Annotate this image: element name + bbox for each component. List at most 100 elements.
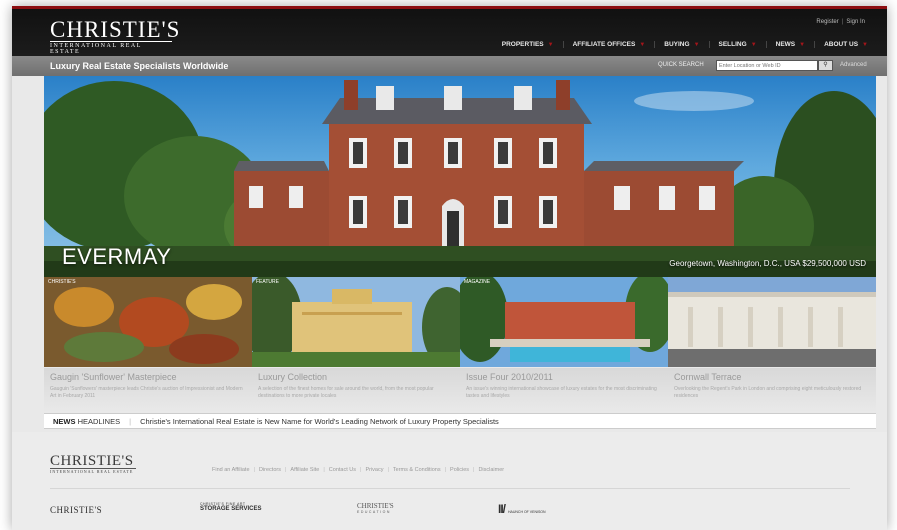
terrace-image <box>668 277 876 367</box>
villa-image <box>252 277 460 367</box>
footer-link-disclaimer[interactable]: Disclaimer <box>478 467 504 473</box>
promo-luxury-collection[interactable]: Luxury Collection A selection of the fin… <box>252 368 460 412</box>
chevron-down-icon: ▼ <box>750 41 757 48</box>
news-label: NEWS HEADLINES <box>44 417 120 426</box>
divider: | <box>473 467 475 473</box>
tile-cornwall-terrace[interactable] <box>668 277 876 367</box>
search-button[interactable]: ⚲ <box>818 60 833 71</box>
divider: | <box>444 467 447 473</box>
sub-header-bar: Luxury Real Estate Specialists Worldwide… <box>12 56 887 76</box>
gauguin-painting-image <box>44 277 252 367</box>
nav-label: SELLING <box>718 41 747 48</box>
brand-sublabel: HAUNCH OF VENISON <box>508 510 546 514</box>
divider: | <box>841 19 844 25</box>
brand-label: CHRISTIE'S <box>357 502 394 510</box>
footer-link-find-affiliate[interactable]: Find an Affiliate <box>212 467 250 473</box>
divider: | <box>284 467 287 473</box>
nav-affiliate-offices[interactable]: AFFILIATE OFFICES ▼ <box>562 41 655 48</box>
brand-christies[interactable]: CHRISTIE'S <box>50 505 102 515</box>
promo-magazine[interactable]: Issue Four 2010/2011 An issue's winning … <box>460 368 668 412</box>
nav-label: ABOUT US <box>824 41 859 48</box>
brand-education[interactable]: CHRISTIE'S EDUCATION <box>357 502 394 514</box>
footer-link-terms[interactable]: Terms & Conditions <box>393 467 441 473</box>
chevron-down-icon: ▼ <box>862 41 868 48</box>
christies-logo[interactable]: CHRISTIE'S INTERNATIONAL REAL ESTATE <box>50 17 181 55</box>
brand-sublabel: EDUCATION <box>357 510 391 514</box>
tile-tag: MAGAZINE <box>464 279 491 285</box>
quick-search-label: QUICK SEARCH <box>658 62 704 68</box>
pool-villa-image <box>460 277 668 367</box>
tile-gauguin[interactable]: CHRISTIE'S <box>44 277 252 367</box>
feature-promos: Gaugin 'Sunflower' Masterpiece Gauguin '… <box>44 368 876 412</box>
browser-page: CHRISTIE'S INTERNATIONAL REAL ESTATE Reg… <box>12 6 887 530</box>
site-header: CHRISTIE'S INTERNATIONAL REAL ESTATE Reg… <box>12 6 887 56</box>
promo-description: An issue's winning international showcas… <box>466 386 657 399</box>
brand-label: CHRISTIE'S <box>50 505 103 515</box>
hero-title: EVERMAY <box>62 244 172 269</box>
promo-description: Gauguin 'Sunflowers' masterpiece leads C… <box>50 386 243 399</box>
site-tagline: Luxury Real Estate Specialists Worldwide <box>50 61 229 71</box>
footer-link-privacy[interactable]: Privacy <box>365 467 383 473</box>
sign-in-link[interactable]: Sign In <box>846 19 865 25</box>
nav-label: BUYING <box>664 41 690 48</box>
nav-label: PROPERTIES <box>501 41 544 48</box>
promo-gauguin[interactable]: Gaugin 'Sunflower' Masterpiece Gauguin '… <box>44 368 252 412</box>
main-nav: PROPERTIES ▼ AFFILIATE OFFICES ▼ BUYING ▼ S… <box>493 41 877 48</box>
brand-storage-services[interactable]: CHRISTIE'S FINE ART STORAGE SERVICES <box>200 502 261 512</box>
nav-selling[interactable]: SELLING ▼ <box>708 41 766 48</box>
nav-label: NEWS <box>775 41 796 48</box>
divider: | <box>360 467 362 473</box>
site-footer: CHRISTIE'S INTERNATIONAL REAL ESTATE Fin… <box>12 432 887 530</box>
nav-properties[interactable]: PROPERTIES ▼ <box>493 41 563 48</box>
nav-news[interactable]: NEWS ▼ <box>765 41 814 48</box>
nav-label: AFFILIATE OFFICES <box>572 41 636 48</box>
footer-link-policies[interactable]: Policies <box>450 467 469 473</box>
chevron-down-icon: ▼ <box>639 41 646 48</box>
divider: | <box>253 467 255 473</box>
footer-link-affiliate-site[interactable]: Affiliate Site <box>290 467 319 473</box>
hero-caption: Georgetown, Washington, D.C., USA $29,50… <box>669 259 866 268</box>
tile-tag: FEATURE <box>256 279 279 285</box>
brand-label: STORAGE SERVICES <box>200 506 262 512</box>
news-headlines-bar: NEWS HEADLINES | Christie's Internationa… <box>44 413 876 429</box>
footer-logo-subtitle: INTERNATIONAL REAL ESTATE <box>50 468 136 474</box>
logo-wordmark: CHRISTIE'S <box>50 17 181 42</box>
news-label-bold: NEWS <box>53 416 76 426</box>
chevron-down-icon: ▼ <box>799 41 806 48</box>
utility-links: Register | Sign In <box>816 19 865 25</box>
register-link[interactable]: Register <box>816 19 838 25</box>
chevron-down-icon: ▼ <box>693 41 700 48</box>
divider: | <box>129 416 132 426</box>
quick-search-input[interactable] <box>716 60 818 71</box>
feature-tiles: CHRISTIE'S FEATURE MAGAZINE <box>44 277 876 367</box>
promo-title: Gaugin 'Sunflower' Masterpiece <box>50 372 177 382</box>
nav-buying[interactable]: BUYING ▼ <box>654 41 708 48</box>
footer-links: Find an Affiliate | Directors | Affiliate … <box>212 467 504 473</box>
footer-logo-wordmark: CHRISTIE'S <box>50 453 134 469</box>
nav-about-us[interactable]: ABOUT US ▼ <box>814 41 877 48</box>
promo-description: A selection of the finest homes for sale… <box>258 386 434 399</box>
promo-title: Issue Four 2010/2011 <box>466 372 553 382</box>
tile-tag: CHRISTIE'S <box>48 279 76 285</box>
footer-link-directors[interactable]: Directors <box>259 467 281 473</box>
promo-title: Cornwall Terrace <box>674 372 742 382</box>
divider: | <box>387 467 389 473</box>
logo-subtitle: INTERNATIONAL REAL ESTATE <box>50 41 172 55</box>
promo-title: Luxury Collection <box>258 372 328 382</box>
tile-magazine[interactable]: MAGAZINE <box>460 277 668 367</box>
news-headline-link[interactable]: Christie's International Real Estate is … <box>140 417 499 426</box>
footer-link-contact-us[interactable]: Contact Us <box>329 467 356 473</box>
brand-haunch-of-venison[interactable]: II/ HAUNCH OF VENISON <box>498 502 546 516</box>
promo-cornwall-terrace[interactable]: Cornwall Terrace Overlooking the Regent'… <box>668 368 876 412</box>
advanced-search-link[interactable]: Advanced <box>840 62 867 68</box>
divider: | <box>323 467 325 473</box>
hero-banner[interactable]: EVERMAY Georgetown, Washington, D.C., US… <box>44 76 876 277</box>
footer-divider <box>50 488 850 489</box>
promo-description: Overlooking the Regent's Park in London … <box>674 386 862 399</box>
news-label-rest: HEADLINES <box>75 416 121 426</box>
brand-mark: II/ <box>498 502 506 516</box>
footer-logo[interactable]: CHRISTIE'S INTERNATIONAL REAL ESTATE <box>50 454 136 474</box>
chevron-down-icon: ▼ <box>547 41 554 48</box>
search-icon: ⚲ <box>823 62 828 68</box>
tile-luxury-collection[interactable]: FEATURE <box>252 277 460 367</box>
